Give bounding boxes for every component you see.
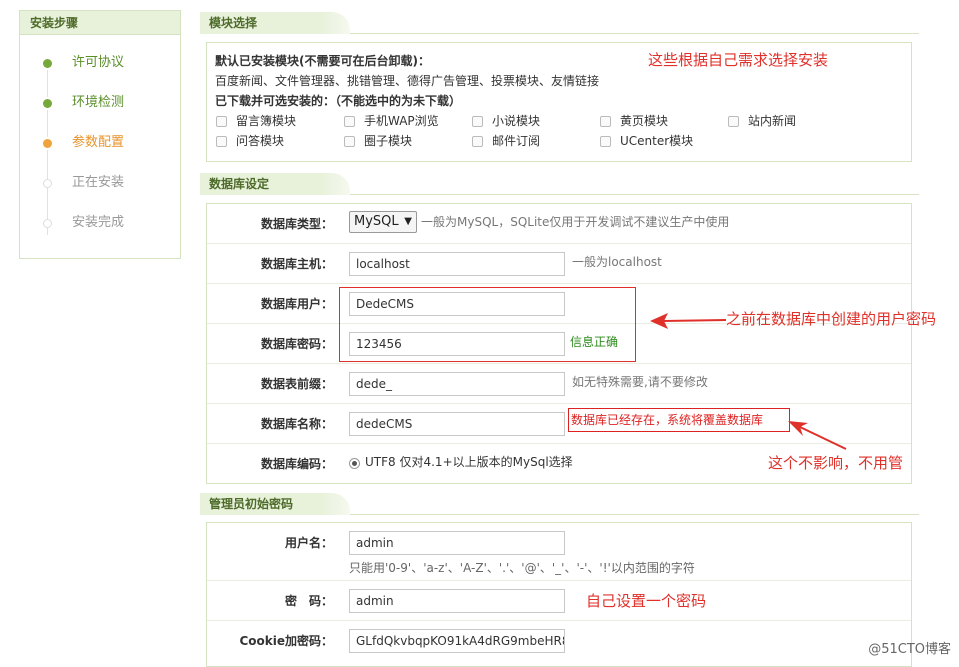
admin-section-title: 管理员初始密码 — [200, 493, 350, 515]
database-section-header: 数据库设定 — [200, 173, 919, 195]
checkbox-icon[interactable] — [344, 135, 355, 147]
step-done-dot-icon — [43, 99, 52, 108]
db-type-select[interactable]: MySQL ▼ — [349, 211, 417, 233]
admin-password-input[interactable]: admin — [349, 589, 565, 613]
module-option[interactable]: 黄页模块 — [599, 111, 727, 131]
db-host-input[interactable]: localhost — [349, 252, 565, 276]
db-name-input[interactable]: dedeCMS — [349, 412, 565, 436]
db-charset-radio[interactable] — [349, 458, 360, 469]
step-pending-dot-icon — [43, 219, 52, 228]
annotation-db-user-note: 之前在数据库中创建的用户密码 — [726, 310, 937, 328]
checkbox-icon[interactable] — [216, 135, 227, 147]
step-done-dot-icon — [43, 59, 52, 68]
modules-section-header: 模块选择 — [200, 12, 919, 34]
db-name-label: 数据库名称： — [260, 417, 333, 431]
step-installing: 正在安装 — [20, 163, 180, 203]
dropdown-arrow-icon: ▼ — [404, 216, 412, 227]
admin-section-header: 管理员初始密码 — [200, 493, 919, 515]
db-prefix-row: 数据表前缀： dede_ 如无特殊需要,请不要修改 — [207, 364, 911, 404]
optional-modules-label: 已下载并可选安装的：（不能选中的为未下载） — [215, 94, 462, 108]
annotation-arrow-icon — [788, 421, 847, 450]
modules-section-title: 模块选择 — [200, 12, 350, 34]
step-active-dot-icon — [43, 139, 52, 148]
db-type-label: 数据库类型： — [260, 217, 333, 231]
default-modules-list: 百度新闻、文件管理器、挑错管理、德得广告管理、投票模块、友情链接 — [215, 74, 600, 88]
db-user-label: 数据库用户： — [260, 297, 333, 311]
module-option[interactable]: 手机WAP浏览 — [343, 111, 471, 131]
checkbox-icon[interactable] — [600, 115, 611, 127]
admin-panel: 用户名： admin 只能用'0-9'、'a-z'、'A-Z'、'.'、'@'、… — [206, 522, 912, 667]
checkbox-icon[interactable] — [344, 115, 355, 127]
module-option[interactable]: 站内新闻 — [727, 111, 855, 131]
module-option[interactable]: 邮件订阅 — [471, 131, 599, 151]
module-option[interactable]: UCenter模块 — [599, 131, 727, 151]
admin-user-label: 用户名： — [284, 536, 333, 550]
admin-password-row: 密 码： admin — [207, 581, 911, 621]
checkbox-icon[interactable] — [600, 135, 611, 147]
db-charset-value: UTF8 — [365, 455, 396, 469]
db-host-hint: 一般为localhost — [572, 255, 662, 269]
annotation-admin-pwd-note: 自己设置一个密码 — [586, 592, 707, 610]
annotation-modules-note: 这些根据自己需求选择安装 — [648, 51, 829, 69]
module-option[interactable]: 留言簿模块 — [215, 111, 343, 131]
watermark: @51CTO博客 — [868, 642, 951, 657]
step-env-check: 环境检测 — [20, 83, 180, 123]
db-host-label: 数据库主机： — [260, 257, 333, 271]
sidebar-title: 安装步骤 — [20, 11, 180, 35]
checkbox-icon[interactable] — [216, 115, 227, 127]
step-complete: 安装完成 — [20, 203, 180, 243]
admin-user-row: 用户名： admin 只能用'0-9'、'a-z'、'A-Z'、'.'、'@'、… — [207, 523, 911, 581]
admin-user-input[interactable]: admin — [349, 531, 565, 555]
admin-user-hint: 只能用'0-9'、'a-z'、'A-Z'、'.'、'@'、'_'、'-'、'!'… — [349, 561, 695, 575]
module-option[interactable]: 小说模块 — [471, 111, 599, 131]
checkbox-icon[interactable] — [472, 135, 483, 147]
cookie-key-row: Cookie加密码： GLfdQkvbqpKO91kA4dRG9mbeHR8l — [207, 621, 911, 661]
module-option[interactable]: 问答模块 — [215, 131, 343, 151]
db-prefix-input[interactable]: dede_ — [349, 372, 565, 396]
db-charset-label: 数据库编码： — [260, 457, 333, 471]
optional-modules-grid: 留言簿模块 手机WAP浏览 小说模块 黄页模块 站内新闻 问答模块 圈子模块 邮… — [215, 111, 903, 151]
db-prefix-hint: 如无特殊需要,请不要修改 — [572, 375, 708, 389]
db-type-row: 数据库类型： MySQL ▼ 一般为MySQL，SQLite仅用于开发调试不建议生… — [207, 204, 911, 244]
cookie-key-input[interactable]: GLfdQkvbqpKO91kA4dRG9mbeHR8l — [349, 629, 565, 653]
cookie-key-label: Cookie加密码： — [239, 634, 333, 648]
annotation-db-credentials-box — [339, 287, 636, 362]
db-charset-hint: 仅对4.1+以上版本的MySql选择 — [399, 455, 573, 469]
checkbox-icon[interactable] — [472, 115, 483, 127]
database-section-title: 数据库设定 — [200, 173, 350, 195]
annotation-db-name-note: 这个不影响，不用管 — [768, 454, 904, 472]
db-type-hint: 一般为MySQL，SQLite仅用于开发调试不建议生产中使用 — [421, 215, 730, 229]
step-pending-dot-icon — [43, 179, 52, 188]
steps-list: 许可协议 环境检测 参数配置 正在安装 安装完成 — [20, 43, 180, 243]
annotation-arrow-icon — [650, 313, 727, 329]
db-prefix-label: 数据表前缀： — [260, 377, 333, 391]
step-config: 参数配置 — [20, 123, 180, 163]
db-host-row: 数据库主机： localhost 一般为localhost — [207, 244, 911, 284]
step-license: 许可协议 — [20, 43, 180, 83]
db-name-warning: 数据库已经存在，系统将覆盖数据库 — [568, 408, 790, 432]
db-password-label: 数据库密码： — [260, 337, 333, 351]
checkbox-icon[interactable] — [728, 115, 739, 127]
install-steps-sidebar: 安装步骤 许可协议 环境检测 参数配置 正在安装 安装完成 — [19, 10, 181, 259]
admin-password-label: 密 码： — [284, 594, 333, 608]
module-option[interactable]: 圈子模块 — [343, 131, 471, 151]
